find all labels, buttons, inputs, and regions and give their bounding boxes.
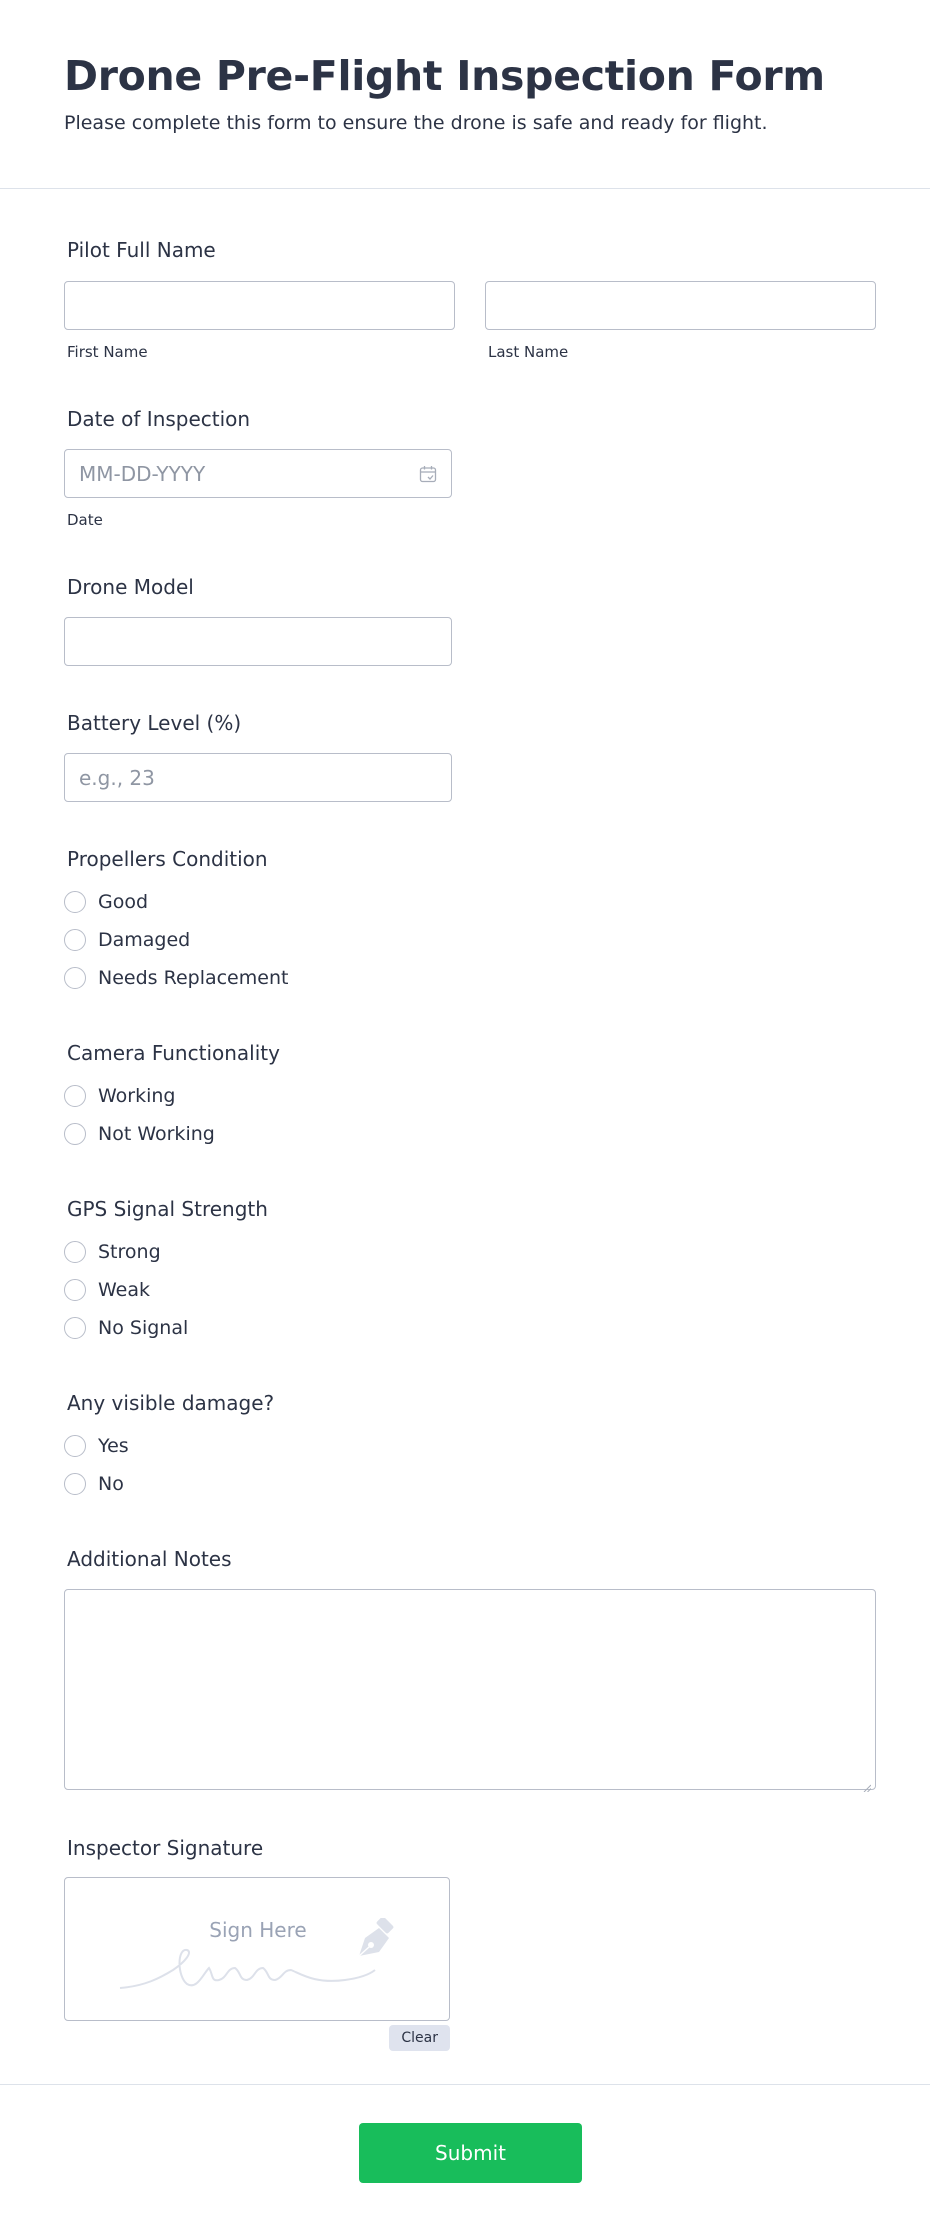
resize-handle-icon[interactable] bbox=[863, 1777, 872, 1793]
form-title: Drone Pre-Flight Inspection Form bbox=[64, 52, 825, 100]
gps-label: GPS Signal Strength bbox=[67, 1197, 268, 1221]
camera-option-working[interactable]: Working bbox=[64, 1077, 215, 1115]
form-subtitle: Please complete this form to ensure the … bbox=[64, 112, 768, 134]
radio-button[interactable] bbox=[64, 1435, 86, 1457]
propellers-options: Good Damaged Needs Replacement bbox=[64, 883, 288, 997]
radio-button[interactable] bbox=[64, 929, 86, 951]
radio-label: Damaged bbox=[98, 929, 191, 951]
gps-option-no-signal[interactable]: No Signal bbox=[64, 1309, 188, 1347]
form-footer: Submit bbox=[0, 2084, 930, 2231]
radio-label: Yes bbox=[98, 1435, 129, 1457]
calendar-icon[interactable] bbox=[419, 465, 437, 483]
camera-options: Working Not Working bbox=[64, 1077, 215, 1153]
gps-options: Strong Weak No Signal bbox=[64, 1233, 188, 1347]
inspection-date-sublabel: Date bbox=[67, 511, 103, 529]
radio-label: Weak bbox=[98, 1279, 151, 1301]
pilot-name-field: Pilot Full Name bbox=[64, 238, 216, 262]
damage-options: Yes No bbox=[64, 1427, 129, 1503]
inspection-date-label: Date of Inspection bbox=[67, 407, 251, 431]
radio-label: Strong bbox=[98, 1241, 161, 1263]
drone-model-input[interactable] bbox=[64, 617, 452, 666]
form-header: Drone Pre-Flight Inspection Form Please … bbox=[0, 0, 930, 189]
signature-label: Inspector Signature bbox=[67, 1836, 264, 1860]
gps-option-strong[interactable]: Strong bbox=[64, 1233, 188, 1271]
battery-level-placeholder: e.g., 23 bbox=[79, 765, 155, 790]
radio-button[interactable] bbox=[64, 891, 86, 913]
radio-label: No bbox=[98, 1473, 124, 1495]
first-name-input[interactable] bbox=[64, 281, 455, 330]
radio-label: Good bbox=[98, 891, 149, 913]
propellers-option-damaged[interactable]: Damaged bbox=[64, 921, 288, 959]
last-name-input[interactable] bbox=[485, 281, 876, 330]
camera-label: Camera Functionality bbox=[67, 1041, 280, 1065]
first-name-sublabel: First Name bbox=[67, 343, 148, 361]
radio-button[interactable] bbox=[64, 1317, 86, 1339]
propellers-label: Propellers Condition bbox=[67, 847, 268, 871]
battery-level-label: Battery Level (%) bbox=[67, 711, 242, 735]
radio-label: Not Working bbox=[98, 1123, 215, 1145]
notes-label: Additional Notes bbox=[67, 1547, 232, 1571]
propellers-option-needs-replacement[interactable]: Needs Replacement bbox=[64, 959, 288, 997]
radio-button[interactable] bbox=[64, 1085, 86, 1107]
gps-option-weak[interactable]: Weak bbox=[64, 1271, 188, 1309]
inspection-date-input[interactable]: MM-DD-YYYY bbox=[64, 449, 452, 498]
radio-button[interactable] bbox=[64, 1241, 86, 1263]
damage-option-no[interactable]: No bbox=[64, 1465, 129, 1503]
radio-label: Working bbox=[98, 1085, 176, 1107]
radio-label: Needs Replacement bbox=[98, 967, 289, 989]
radio-label: No Signal bbox=[98, 1317, 189, 1339]
last-name-sublabel: Last Name bbox=[488, 343, 569, 361]
pen-nib-icon bbox=[358, 1918, 394, 1957]
notes-textarea[interactable] bbox=[64, 1589, 876, 1793]
drone-model-label: Drone Model bbox=[67, 575, 194, 599]
damage-label: Any visible damage? bbox=[67, 1391, 275, 1415]
clear-signature-button[interactable]: Clear bbox=[389, 2025, 450, 2051]
form-page: Drone Pre-Flight Inspection Form Please … bbox=[0, 0, 930, 2231]
signature-field: Sign Here Clear bbox=[64, 1877, 450, 2057]
radio-button[interactable] bbox=[64, 1123, 86, 1145]
pilot-name-label: Pilot Full Name bbox=[67, 238, 216, 262]
radio-button[interactable] bbox=[64, 967, 86, 989]
radio-button[interactable] bbox=[64, 1279, 86, 1301]
radio-button[interactable] bbox=[64, 1473, 86, 1495]
propellers-option-good[interactable]: Good bbox=[64, 883, 288, 921]
camera-option-not-working[interactable]: Not Working bbox=[64, 1115, 215, 1153]
signature-pad[interactable]: Sign Here bbox=[64, 1877, 450, 2021]
damage-option-yes[interactable]: Yes bbox=[64, 1427, 129, 1465]
inspection-date-placeholder: MM-DD-YYYY bbox=[79, 461, 206, 486]
battery-level-input[interactable]: e.g., 23 bbox=[64, 753, 452, 802]
submit-button[interactable]: Submit bbox=[359, 2123, 582, 2183]
